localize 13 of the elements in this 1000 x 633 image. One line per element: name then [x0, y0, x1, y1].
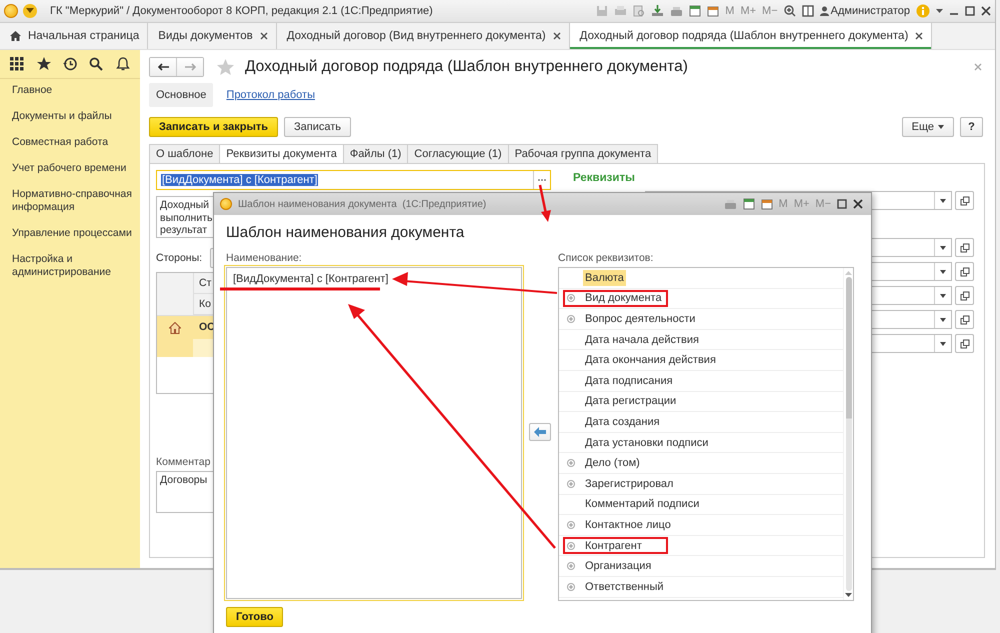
parties-label: Стороны:: [156, 252, 202, 264]
form-title: Доходный договор подряда (Шаблон внутреннего документа): [245, 58, 688, 76]
dialog-title: Шаблон наименования документа (1С:Предприятие): [238, 198, 486, 210]
attributes-label: Список реквизитов:: [558, 252, 654, 265]
comment-label: Комментар: [156, 456, 212, 468]
section-heading: Реквизиты: [573, 172, 636, 186]
tab-label: Виды документов: [158, 30, 253, 42]
tab-label: Доходный договор (Вид внутреннего документа): [286, 30, 546, 42]
tab-label: Доходный договор подряда (Шаблон внутреннего документа): [580, 30, 908, 42]
tab-label: Начальная страница: [28, 30, 140, 42]
window-title: ГК "Меркурий" / Документооборот 8 КОРП, редакция 2.1 (1С:Предприятие): [50, 5, 433, 17]
dialog-heading: Шаблон наименования документа: [226, 224, 466, 243]
name-label: Наименование:: [226, 252, 303, 265]
